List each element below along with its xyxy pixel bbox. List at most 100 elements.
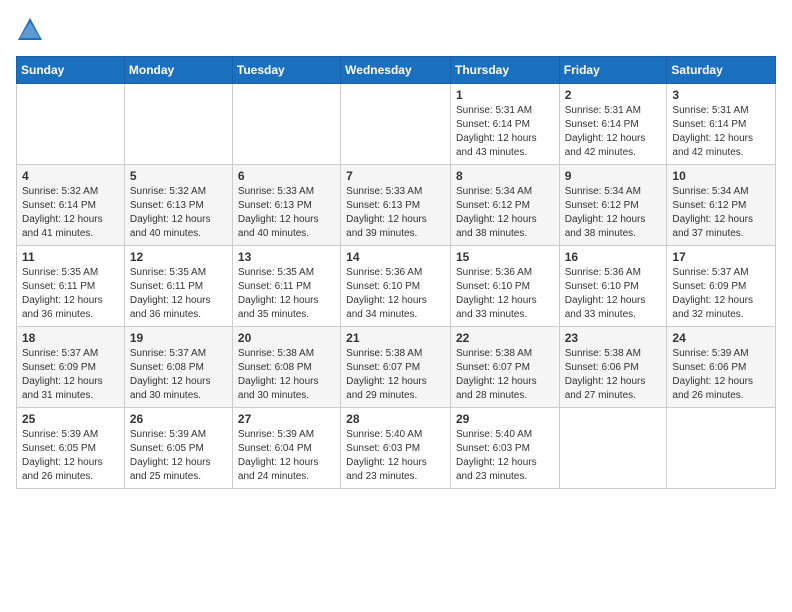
day-number: 21 — [346, 331, 445, 345]
day-info: Sunrise: 5:37 AM Sunset: 6:08 PM Dayligh… — [130, 347, 227, 403]
day-number: 27 — [238, 412, 335, 426]
calendar-cell: 27 Sunrise: 5:39 AM Sunset: 6:04 PM Dayli… — [232, 408, 340, 489]
calendar-cell: 7Sunrise: 5:33 AM Sunset: 6:13 PM Daylig… — [341, 165, 451, 246]
day-info: Sunrise: 5:39 AM Sunset: 6:05 PM Dayligh… — [22, 428, 119, 484]
calendar-cell: 12Sunrise: 5:35 AM Sunset: 6:11 PM Dayli… — [124, 246, 232, 327]
calendar-week-row: 11 Sunrise: 5:35 AM Sunset: 6:11 PM Dayli… — [17, 246, 776, 327]
calendar-cell: 8 Sunrise: 5:34 AM Sunset: 6:12 PM Daylig… — [450, 165, 559, 246]
calendar-cell: 10 Sunrise: 5:34 AM Sunset: 6:12 PM Dayli… — [667, 165, 776, 246]
day-info: Sunrise: 5:38 AM Sunset: 6:07 PM Dayligh… — [456, 347, 554, 403]
page-header — [16, 16, 776, 44]
calendar-cell: 2 Sunrise: 5:31 AM Sunset: 6:14 PM Daylig… — [559, 84, 667, 165]
calendar-cell — [667, 408, 776, 489]
day-number: 14 — [346, 250, 445, 264]
calendar-cell: 26Sunrise: 5:39 AM Sunset: 6:05 PM Dayli… — [124, 408, 232, 489]
day-info: Sunrise: 5:38 AM Sunset: 6:07 PM Dayligh… — [346, 347, 445, 403]
calendar-cell: 6 Sunrise: 5:33 AM Sunset: 6:13 PM Daylig… — [232, 165, 340, 246]
day-number: 22 — [456, 331, 554, 345]
calendar-header-row: SundayMondayTuesdayWednesdayThursdayFrid… — [17, 57, 776, 84]
calendar-cell — [559, 408, 667, 489]
calendar-cell: 11 Sunrise: 5:35 AM Sunset: 6:11 PM Dayli… — [17, 246, 125, 327]
day-info: Sunrise: 5:39 AM Sunset: 6:06 PM Dayligh… — [672, 347, 770, 403]
calendar-cell: 3 Sunrise: 5:31 AM Sunset: 6:14 PM Daylig… — [667, 84, 776, 165]
day-number: 5 — [130, 169, 227, 183]
day-info: Sunrise: 5:31 AM Sunset: 6:14 PM Dayligh… — [565, 104, 662, 160]
day-info: Sunrise: 5:34 AM Sunset: 6:12 PM Dayligh… — [456, 185, 554, 241]
day-header-monday: Monday — [124, 57, 232, 84]
day-info: Sunrise: 5:34 AM Sunset: 6:12 PM Dayligh… — [565, 185, 662, 241]
calendar-week-row: 1 Sunrise: 5:31 AM Sunset: 6:14 PM Daylig… — [17, 84, 776, 165]
calendar-cell: 28 Sunrise: 5:40 AM Sunset: 6:03 PM Dayli… — [341, 408, 451, 489]
calendar-cell: 1 Sunrise: 5:31 AM Sunset: 6:14 PM Daylig… — [450, 84, 559, 165]
calendar-week-row: 18 Sunrise: 5:37 AM Sunset: 6:09 PM Dayli… — [17, 327, 776, 408]
day-header-sunday: Sunday — [17, 57, 125, 84]
calendar-cell: 17 Sunrise: 5:37 AM Sunset: 6:09 PM Dayli… — [667, 246, 776, 327]
calendar-cell: 4Sunrise: 5:32 AM Sunset: 6:14 PM Daylig… — [17, 165, 125, 246]
calendar-cell: 23 Sunrise: 5:38 AM Sunset: 6:06 PM Dayli… — [559, 327, 667, 408]
calendar-cell: 16 Sunrise: 5:36 AM Sunset: 6:10 PM Dayli… — [559, 246, 667, 327]
day-info: Sunrise: 5:35 AM Sunset: 6:11 PM Dayligh… — [22, 266, 119, 322]
day-info: Sunrise: 5:40 AM Sunset: 6:03 PM Dayligh… — [456, 428, 554, 484]
day-header-tuesday: Tuesday — [232, 57, 340, 84]
day-header-saturday: Saturday — [667, 57, 776, 84]
day-number: 3 — [672, 88, 770, 102]
day-number: 2 — [565, 88, 662, 102]
day-number: 15 — [456, 250, 554, 264]
day-number: 8 — [456, 169, 554, 183]
day-header-thursday: Thursday — [450, 57, 559, 84]
day-info: Sunrise: 5:36 AM Sunset: 6:10 PM Dayligh… — [456, 266, 554, 322]
calendar-cell: 19 Sunrise: 5:37 AM Sunset: 6:08 PM Dayli… — [124, 327, 232, 408]
calendar-cell — [124, 84, 232, 165]
day-number: 19 — [130, 331, 227, 345]
calendar-cell: 5 Sunrise: 5:32 AM Sunset: 6:13 PM Daylig… — [124, 165, 232, 246]
day-info: Sunrise: 5:40 AM Sunset: 6:03 PM Dayligh… — [346, 428, 445, 484]
day-info: Sunrise: 5:39 AM Sunset: 6:04 PM Dayligh… — [238, 428, 335, 484]
day-info: Sunrise: 5:38 AM Sunset: 6:06 PM Dayligh… — [565, 347, 662, 403]
calendar-cell: 20 Sunrise: 5:38 AM Sunset: 6:08 PM Dayli… — [232, 327, 340, 408]
day-number: 9 — [565, 169, 662, 183]
day-number: 6 — [238, 169, 335, 183]
day-info: Sunrise: 5:33 AM Sunset: 6:13 PM Dayligh… — [238, 185, 335, 241]
day-info: Sunrise: 5:35 AM Sunset: 6:11 PM Dayligh… — [238, 266, 335, 322]
calendar-cell: 9 Sunrise: 5:34 AM Sunset: 6:12 PM Daylig… — [559, 165, 667, 246]
day-info: Sunrise: 5:35 AM Sunset: 6:11 PM Dayligh… — [130, 266, 227, 322]
day-number: 28 — [346, 412, 445, 426]
day-number: 18 — [22, 331, 119, 345]
day-info: Sunrise: 5:32 AM Sunset: 6:14 PM Dayligh… — [22, 185, 119, 241]
logo — [16, 16, 48, 44]
day-info: Sunrise: 5:31 AM Sunset: 6:14 PM Dayligh… — [672, 104, 770, 160]
day-info: Sunrise: 5:32 AM Sunset: 6:13 PM Dayligh… — [130, 185, 227, 241]
calendar-cell: 21 Sunrise: 5:38 AM Sunset: 6:07 PM Dayli… — [341, 327, 451, 408]
day-number: 11 — [22, 250, 119, 264]
day-number: 26 — [130, 412, 227, 426]
day-number: 25 — [22, 412, 119, 426]
logo-icon — [16, 16, 44, 44]
day-number: 29 — [456, 412, 554, 426]
day-number: 7 — [346, 169, 445, 183]
day-number: 20 — [238, 331, 335, 345]
day-info: Sunrise: 5:37 AM Sunset: 6:09 PM Dayligh… — [22, 347, 119, 403]
calendar-week-row: 25 Sunrise: 5:39 AM Sunset: 6:05 PM Dayli… — [17, 408, 776, 489]
calendar-cell: 18 Sunrise: 5:37 AM Sunset: 6:09 PM Dayli… — [17, 327, 125, 408]
day-number: 17 — [672, 250, 770, 264]
day-number: 10 — [672, 169, 770, 183]
day-number: 13 — [238, 250, 335, 264]
day-info: Sunrise: 5:31 AM Sunset: 6:14 PM Dayligh… — [456, 104, 554, 160]
calendar-week-row: 4Sunrise: 5:32 AM Sunset: 6:14 PM Daylig… — [17, 165, 776, 246]
calendar-cell — [341, 84, 451, 165]
calendar-cell: 24 Sunrise: 5:39 AM Sunset: 6:06 PM Dayli… — [667, 327, 776, 408]
calendar-cell — [232, 84, 340, 165]
day-info: Sunrise: 5:34 AM Sunset: 6:12 PM Dayligh… — [672, 185, 770, 241]
day-info: Sunrise: 5:36 AM Sunset: 6:10 PM Dayligh… — [346, 266, 445, 322]
calendar-cell: 15 Sunrise: 5:36 AM Sunset: 6:10 PM Dayli… — [450, 246, 559, 327]
day-number: 23 — [565, 331, 662, 345]
day-number: 1 — [456, 88, 554, 102]
day-info: Sunrise: 5:36 AM Sunset: 6:10 PM Dayligh… — [565, 266, 662, 322]
day-number: 24 — [672, 331, 770, 345]
calendar-cell: 14 Sunrise: 5:36 AM Sunset: 6:10 PM Dayli… — [341, 246, 451, 327]
day-info: Sunrise: 5:37 AM Sunset: 6:09 PM Dayligh… — [672, 266, 770, 322]
day-header-wednesday: Wednesday — [341, 57, 451, 84]
day-info: Sunrise: 5:38 AM Sunset: 6:08 PM Dayligh… — [238, 347, 335, 403]
calendar-cell: 29 Sunrise: 5:40 AM Sunset: 6:03 PM Dayli… — [450, 408, 559, 489]
day-number: 16 — [565, 250, 662, 264]
